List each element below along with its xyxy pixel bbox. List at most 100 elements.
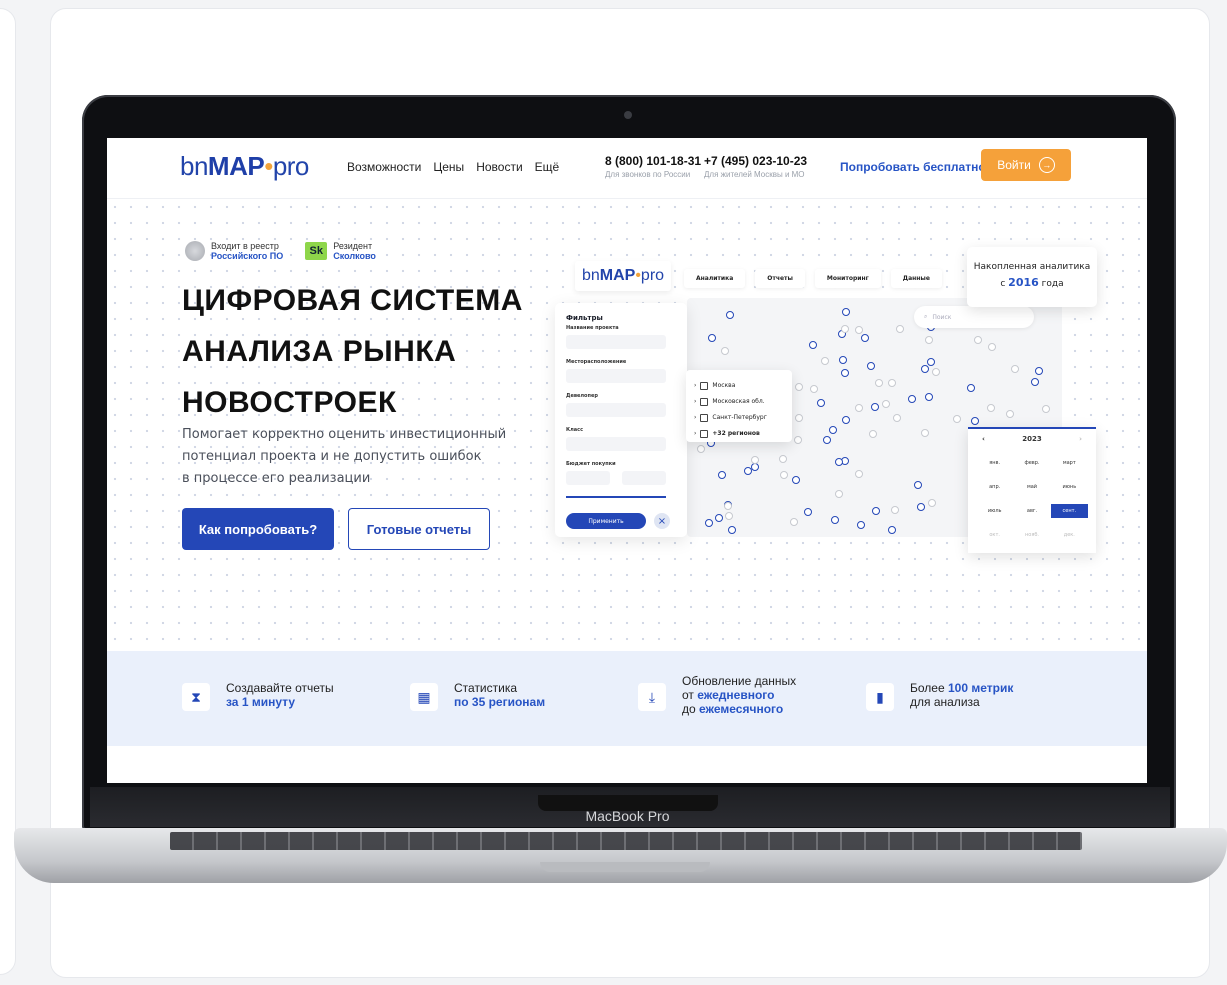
- map-marker[interactable]: [840, 369, 849, 378]
- map-marker[interactable]: [1034, 367, 1043, 376]
- map-marker[interactable]: [821, 357, 830, 366]
- map-marker[interactable]: [916, 502, 925, 511]
- map-marker[interactable]: [888, 379, 897, 388]
- calendar-month[interactable]: окт.: [976, 528, 1013, 542]
- chevron-left-icon[interactable]: ‹: [982, 435, 985, 443]
- mockup-tab-monitoring[interactable]: Мониторинг: [814, 269, 881, 288]
- map-marker[interactable]: [791, 476, 800, 485]
- apply-filters-button[interactable]: Применить: [566, 513, 646, 529]
- calendar-month[interactable]: май: [1013, 480, 1050, 494]
- map-marker[interactable]: [921, 429, 930, 438]
- map-marker[interactable]: [842, 307, 851, 316]
- class-select[interactable]: [566, 437, 666, 451]
- project-name-select[interactable]: [566, 335, 666, 349]
- map-marker[interactable]: [841, 325, 850, 334]
- region-item[interactable]: › Москва: [694, 378, 784, 394]
- budget-slider[interactable]: [566, 496, 666, 498]
- map-marker[interactable]: [925, 336, 934, 345]
- map-marker[interactable]: [834, 458, 843, 467]
- map-marker[interactable]: [751, 462, 760, 471]
- map-marker[interactable]: [920, 365, 929, 374]
- location-field[interactable]: [566, 369, 666, 383]
- map-marker[interactable]: [893, 414, 902, 423]
- map-marker[interactable]: [714, 514, 723, 523]
- login-button[interactable]: Войти →: [981, 149, 1071, 181]
- map-marker[interactable]: [708, 334, 717, 343]
- map-marker[interactable]: [704, 519, 713, 527]
- map-marker[interactable]: [725, 310, 734, 319]
- map-marker[interactable]: [987, 343, 996, 352]
- map-marker[interactable]: [1006, 410, 1015, 419]
- map-marker[interactable]: [973, 336, 982, 345]
- budget-max-field[interactable]: [622, 471, 666, 485]
- map-marker[interactable]: [890, 505, 899, 514]
- map-marker[interactable]: [866, 361, 875, 370]
- region-item[interactable]: › +32 регионов: [694, 426, 784, 442]
- map-marker[interactable]: [794, 382, 803, 391]
- map-marker[interactable]: [953, 415, 962, 424]
- mockup-tab-analytics[interactable]: Аналитика: [684, 269, 746, 288]
- map-marker[interactable]: [925, 392, 934, 401]
- logo[interactable]: bnMAP•pro: [180, 151, 309, 182]
- map-marker[interactable]: [1010, 364, 1019, 373]
- map-marker[interactable]: [871, 507, 880, 516]
- map-marker[interactable]: [857, 520, 866, 529]
- map-marker[interactable]: [728, 525, 737, 534]
- map-marker[interactable]: [861, 333, 870, 342]
- close-icon[interactable]: ×: [654, 513, 670, 529]
- map-marker[interactable]: [810, 385, 819, 394]
- map-marker[interactable]: [842, 416, 851, 425]
- map-marker[interactable]: [854, 326, 863, 335]
- map-marker[interactable]: [697, 444, 706, 453]
- map-marker[interactable]: [932, 368, 941, 377]
- map-marker[interactable]: [718, 470, 727, 479]
- mockup-tab-reports[interactable]: Отчеты: [755, 269, 805, 288]
- map-marker[interactable]: [908, 395, 917, 404]
- calendar-month[interactable]: февр.: [1013, 456, 1050, 470]
- how-to-try-button[interactable]: Как попробовать?: [182, 508, 334, 550]
- map-marker[interactable]: [817, 398, 826, 407]
- map-marker[interactable]: [927, 357, 936, 366]
- region-item[interactable]: › Московская обл.: [694, 394, 784, 410]
- calendar-month[interactable]: авг.: [1013, 504, 1050, 518]
- developer-select[interactable]: [566, 403, 666, 417]
- map-marker[interactable]: [967, 384, 976, 393]
- map-marker[interactable]: [822, 436, 831, 445]
- phone-russia[interactable]: 8 (800) 101-18-31 Для звонков по России: [605, 154, 701, 179]
- map-marker[interactable]: [870, 403, 879, 412]
- map-marker[interactable]: [970, 417, 979, 426]
- calendar-month[interactable]: нояб.: [1013, 528, 1050, 542]
- map-marker[interactable]: [790, 518, 799, 527]
- map-marker[interactable]: [854, 470, 863, 479]
- map-marker[interactable]: [829, 425, 838, 434]
- map-marker[interactable]: [868, 430, 877, 439]
- calendar-month[interactable]: сент.: [1050, 504, 1088, 518]
- map-marker[interactable]: [1031, 378, 1040, 387]
- map-marker[interactable]: [835, 490, 844, 499]
- map-marker[interactable]: [724, 501, 732, 510]
- map-marker[interactable]: [720, 347, 729, 356]
- map-marker[interactable]: [779, 455, 788, 464]
- map-marker[interactable]: [928, 499, 937, 508]
- calendar-month[interactable]: март: [1051, 456, 1088, 470]
- map-marker[interactable]: [809, 341, 818, 350]
- map-marker[interactable]: [830, 516, 839, 524]
- budget-min-field[interactable]: [566, 471, 610, 485]
- map-marker[interactable]: [987, 403, 996, 412]
- phone-moscow[interactable]: +7 (495) 023-10-23 Для жителей Москвы и …: [704, 154, 807, 179]
- region-item[interactable]: › Санкт-Петербург: [694, 410, 784, 426]
- calendar-month[interactable]: июль: [976, 504, 1013, 518]
- map-marker[interactable]: [875, 379, 884, 388]
- map-marker[interactable]: [913, 481, 922, 490]
- map-marker[interactable]: [793, 435, 802, 444]
- map-marker[interactable]: [743, 466, 752, 475]
- try-free-link[interactable]: Попробовать бесплатно: [840, 160, 986, 174]
- map-marker[interactable]: [895, 324, 904, 333]
- map-marker[interactable]: [750, 456, 759, 465]
- map-marker[interactable]: [779, 470, 788, 479]
- mockup-search-input[interactable]: ⌕ Поиск: [914, 306, 1034, 328]
- nav-link-news[interactable]: Новости: [476, 160, 522, 174]
- calendar-month[interactable]: дек.: [1051, 528, 1088, 542]
- nav-link-features[interactable]: Возможности: [347, 160, 421, 174]
- map-marker[interactable]: [724, 511, 733, 520]
